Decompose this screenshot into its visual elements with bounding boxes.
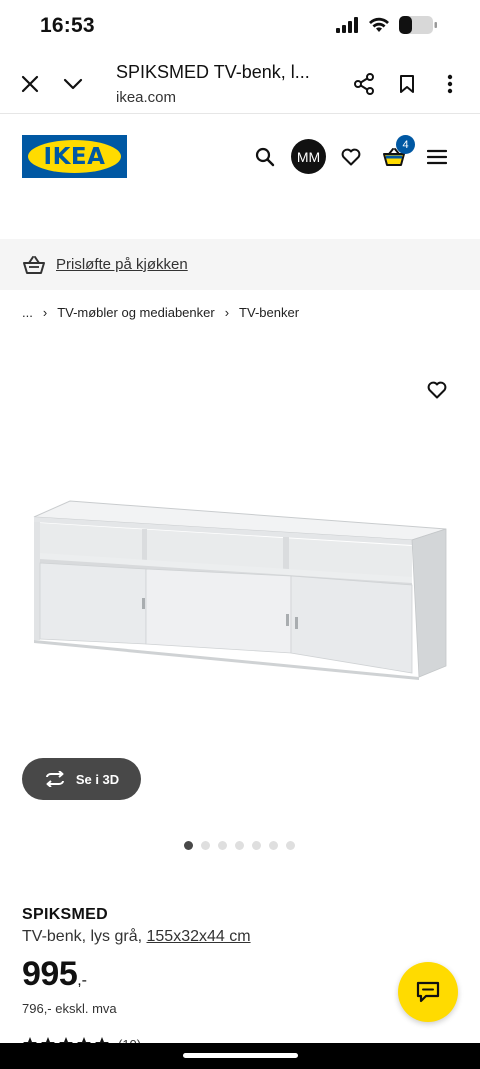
image-carousel-dots: [184, 841, 295, 850]
carousel-dot[interactable]: [252, 841, 261, 850]
breadcrumb: ... › TV-møbler og mediabenker › TV-benk…: [22, 305, 299, 320]
hamburger-menu-icon: [427, 149, 447, 165]
status-bar: 16:53: [0, 0, 480, 54]
tab-title[interactable]: SPIKSMED TV-benk, l...: [116, 62, 310, 83]
carousel-dot[interactable]: [184, 841, 193, 850]
product-type: TV-benk, lys grå,: [22, 928, 143, 945]
breadcrumb-item-tv-benker[interactable]: TV-benker: [239, 305, 299, 320]
chat-button[interactable]: [398, 962, 458, 1022]
bookmark-button[interactable]: [391, 68, 423, 100]
price-amount: 995: [22, 955, 78, 993]
cart-count-badge: 4: [396, 135, 415, 154]
breadcrumb-item-tv-mobler[interactable]: TV-møbler og mediabenker: [57, 305, 215, 320]
battery-icon: [399, 16, 437, 34]
heart-icon: [341, 148, 361, 166]
search-button[interactable]: [247, 139, 283, 175]
browser-bar: SPIKSMED TV-benk, l... ikea.com: [0, 54, 480, 114]
site-header: IKEA MM 4: [0, 115, 480, 240]
promo-banner[interactable]: Prisløfte på kjøkken: [0, 239, 480, 290]
menu-button[interactable]: [419, 139, 455, 175]
carousel-dot[interactable]: [235, 841, 244, 850]
product-image[interactable]: [0, 340, 480, 810]
product-name: SPIKSMED: [22, 906, 108, 923]
cellular-signal-icon: [336, 17, 358, 33]
more-vertical-icon: [447, 74, 453, 94]
chevron-right-icon: ›: [42, 305, 48, 320]
expand-button[interactable]: [57, 68, 89, 100]
basket-icon: [23, 255, 45, 274]
promo-link[interactable]: Prisløfte på kjøkken: [56, 256, 188, 273]
carousel-dot[interactable]: [201, 841, 210, 850]
logo-text: IKEA: [43, 143, 106, 170]
product-price: 995 ,-: [22, 955, 87, 994]
chevron-right-icon: ›: [224, 305, 230, 320]
close-icon: [21, 75, 39, 93]
breadcrumb-ellipsis[interactable]: ...: [22, 305, 33, 320]
favorites-button[interactable]: [333, 139, 369, 175]
close-tab-button[interactable]: [14, 68, 46, 100]
price-excl-vat: 796,- ekskl. mva: [22, 1001, 117, 1016]
home-indicator[interactable]: [183, 1053, 298, 1058]
share-button[interactable]: [348, 68, 380, 100]
carousel-dot[interactable]: [218, 841, 227, 850]
ikea-logo[interactable]: IKEA: [22, 135, 127, 178]
search-icon: [255, 147, 275, 167]
chat-bubble-icon: [416, 981, 440, 1003]
carousel-dot[interactable]: [269, 841, 278, 850]
carousel-dot[interactable]: [286, 841, 295, 850]
status-time: 16:53: [40, 14, 95, 37]
price-suffix: ,-: [77, 972, 88, 989]
product-dimensions-link[interactable]: 155x32x44 cm: [147, 928, 251, 945]
tab-url[interactable]: ikea.com: [116, 89, 176, 106]
browser-menu-button[interactable]: [434, 68, 466, 100]
logo-oval: IKEA: [28, 140, 121, 173]
see-in-3d-label: Se i 3D: [75, 771, 120, 787]
product-description: TV-benk, lys grå, 155x32x44 cm: [22, 928, 251, 946]
status-icons: [336, 15, 438, 35]
share-icon: [354, 73, 374, 95]
bookmark-icon: [400, 75, 414, 93]
home-indicator-area: [0, 1043, 480, 1069]
wifi-icon: [369, 17, 389, 32]
rotate-3d-icon: [45, 771, 64, 787]
avatar[interactable]: MM: [291, 139, 326, 174]
add-to-favorites-button[interactable]: [420, 373, 454, 407]
heart-icon: [427, 381, 447, 399]
chevron-down-icon: [63, 78, 83, 90]
see-in-3d-button[interactable]: Se i 3D: [22, 758, 141, 800]
